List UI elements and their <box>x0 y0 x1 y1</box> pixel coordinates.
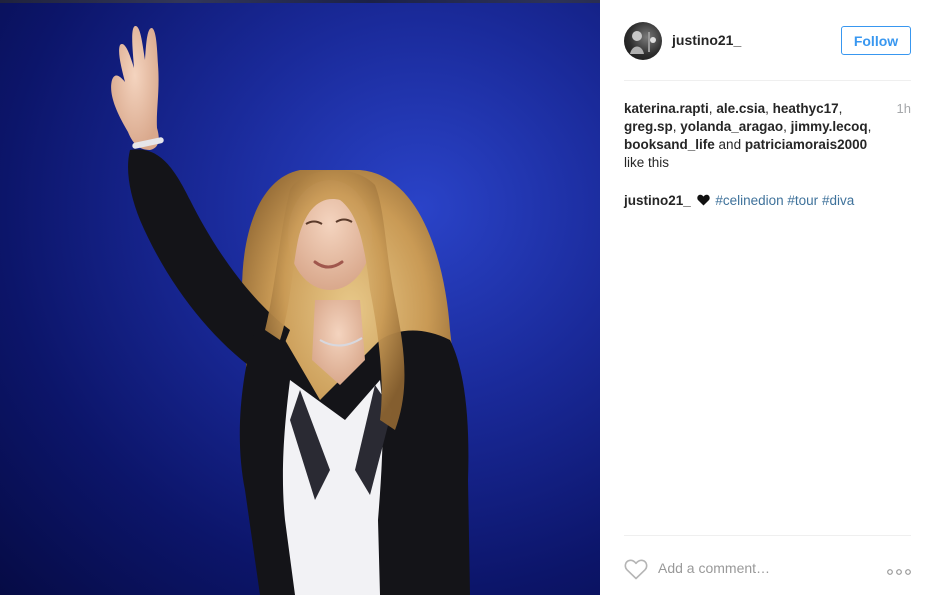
liker-username[interactable]: katerina.rapti <box>624 101 709 116</box>
hashtag-link[interactable]: #diva <box>822 193 854 208</box>
hashtag-link[interactable]: #celinedion <box>715 193 783 208</box>
more-options-icon[interactable] <box>887 564 911 575</box>
hashtag-link[interactable]: #tour <box>787 193 818 208</box>
caption-username[interactable]: justino21_ <box>624 193 691 208</box>
post-header: justino21_ Follow <box>624 0 911 81</box>
post-side-panel: justino21_ Follow katerina.rapti, ale.cs… <box>600 0 925 595</box>
post-photo[interactable] <box>0 0 600 595</box>
comment-bar <box>624 535 911 596</box>
post-caption: justino21_ #celinedion #tour #diva <box>624 192 904 211</box>
liker-username[interactable]: yolanda_aragao <box>680 119 783 134</box>
user-avatar[interactable] <box>624 22 662 60</box>
liker-username[interactable]: booksand_life <box>624 137 715 152</box>
instagram-post: justino21_ Follow katerina.rapti, ale.cs… <box>0 0 925 595</box>
likes-summary: katerina.rapti, ale.csia, heathyc17, gre… <box>624 101 872 170</box>
post-timestamp[interactable]: 1h <box>897 100 911 118</box>
liker-username[interactable]: jimmy.lecoq <box>791 119 868 134</box>
heart-icon <box>696 193 710 211</box>
likes-and-text: and <box>718 137 742 152</box>
follow-button[interactable]: Follow <box>841 26 911 55</box>
heart-outline-icon[interactable] <box>624 558 648 580</box>
liker-username[interactable]: patriciamorais2000 <box>745 137 867 152</box>
liker-username[interactable]: ale.csia <box>716 101 765 116</box>
liker-username[interactable]: heathyc17 <box>773 101 839 116</box>
likes-suffix: like this <box>624 155 670 170</box>
comment-input[interactable] <box>658 556 858 580</box>
user-avatar-icon <box>630 31 656 54</box>
post-author-username[interactable]: justino21_ <box>672 32 741 48</box>
liker-username[interactable]: greg.sp <box>624 119 673 134</box>
performer-waving-photo <box>111 25 470 595</box>
